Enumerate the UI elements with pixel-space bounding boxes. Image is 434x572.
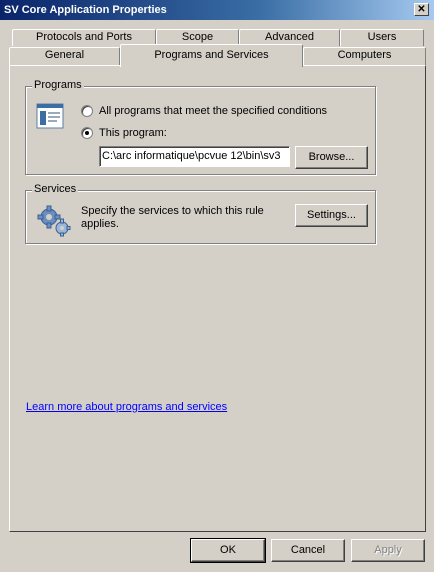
- window-title: SV Core Application Properties: [4, 4, 167, 16]
- ok-button[interactable]: OK: [190, 538, 266, 563]
- tab-general[interactable]: General: [9, 47, 120, 65]
- programs-group-label: Programs: [32, 79, 84, 91]
- services-description-line1: Specify the services to which this rule: [81, 205, 264, 217]
- all-programs-label: All programs that meet the specified con…: [99, 105, 328, 117]
- this-program-label: This program:: [99, 127, 167, 139]
- cancel-button[interactable]: Cancel: [271, 539, 345, 562]
- all-programs-radio[interactable]: [81, 105, 93, 117]
- program-window-icon: [36, 103, 64, 132]
- learn-more-link[interactable]: Learn more about programs and services: [26, 401, 227, 413]
- tab-programs-and-services[interactable]: Programs and Services: [120, 44, 303, 67]
- tab-computers[interactable]: Computers: [303, 47, 426, 65]
- browse-button[interactable]: Browse...: [295, 146, 368, 169]
- settings-button[interactable]: Settings...: [295, 204, 368, 227]
- close-button[interactable]: ✕: [414, 3, 429, 16]
- services-group-label: Services: [32, 183, 79, 195]
- program-path-input[interactable]: C:\arc informatique\pcvue 12\bin\sv3: [99, 146, 290, 167]
- apply-button[interactable]: Apply: [351, 539, 425, 562]
- gears-icon: [37, 205, 71, 240]
- title-bar: SV Core Application Properties ✕: [0, 0, 434, 20]
- services-description-line2: applies.: [81, 218, 119, 230]
- this-program-radio[interactable]: [81, 127, 93, 139]
- tab-users[interactable]: Users: [340, 29, 424, 46]
